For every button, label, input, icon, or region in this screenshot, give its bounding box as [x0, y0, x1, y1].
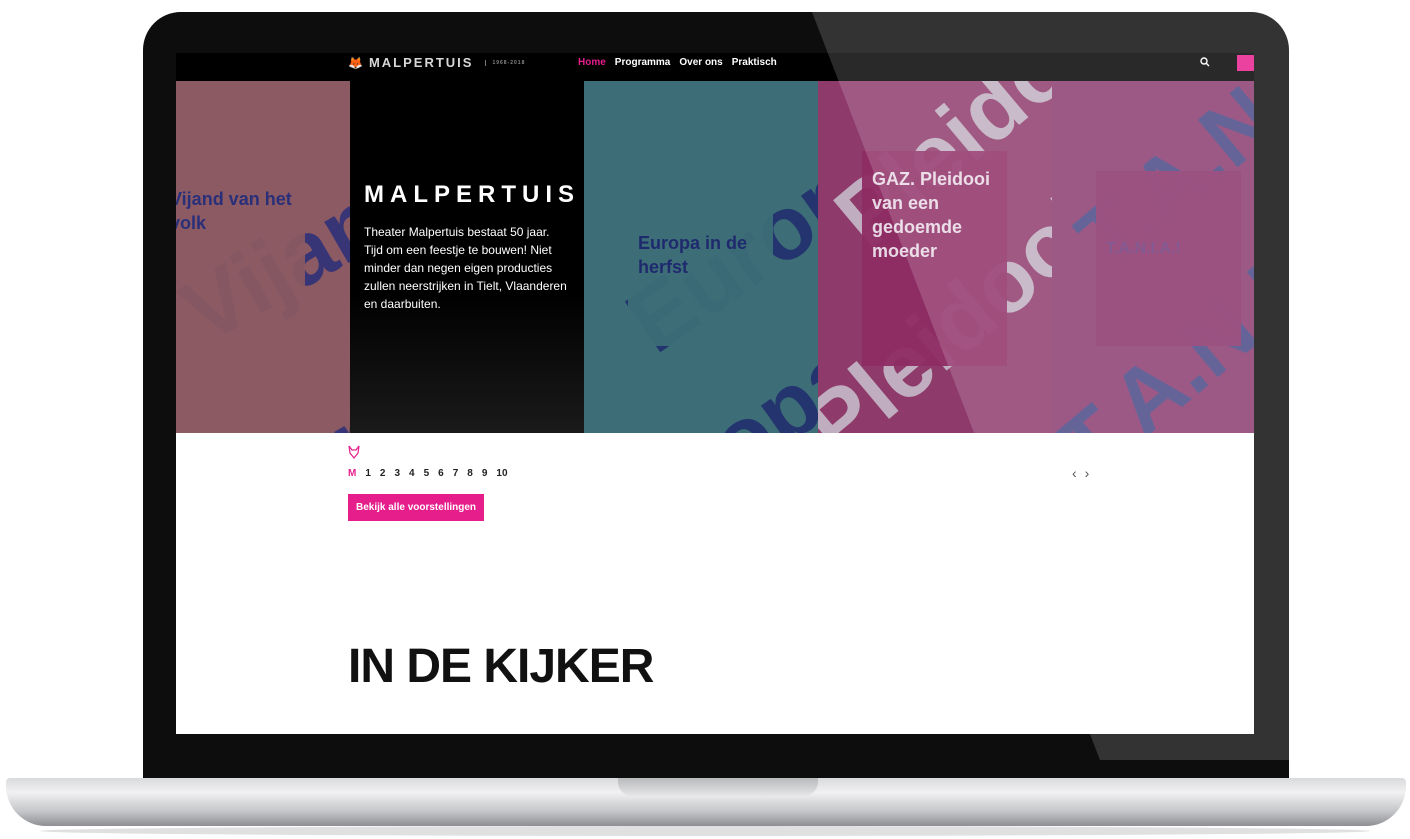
laptop-base — [6, 778, 1406, 826]
slider-pagination: M 1 2 3 4 5 6 7 8 9 10 — [348, 468, 508, 479]
pager-item[interactable]: 2 — [380, 468, 386, 479]
nav-item-home[interactable]: Home — [578, 57, 606, 68]
logo-text: MALPERTUIS — [368, 55, 474, 70]
hero-intro: MALPERTUIS Theater Malpertuis bestaat 50… — [350, 81, 584, 433]
pager-item[interactable]: 5 — [424, 468, 430, 479]
production-tile-title: GAZ. Pleidooi van een gedoemde moeder — [862, 151, 1007, 366]
chevron-left-icon[interactable]: ‹ — [1072, 465, 1077, 481]
chevron-right-icon[interactable]: › — [1085, 465, 1090, 481]
hero-panel-vijand[interactable]: Vijand van het volk Vijand van het volk … — [176, 81, 350, 433]
nav-item-over-ons[interactable]: Over ons — [679, 57, 722, 68]
hero-panel-gaz[interactable]: Pleidooi Pleidooi GAZ. Pleidooi van een … — [818, 81, 1052, 433]
production-tile-title: Europa in de herfst — [628, 171, 773, 346]
slider-arrows: ‹ › — [1072, 465, 1089, 481]
menu-toggle-button[interactable] — [1237, 55, 1254, 71]
top-navigation: 🦊 MALPERTUIS 1968-2018 Home Programma Ov… — [176, 53, 1254, 81]
search-icon[interactable] — [1200, 57, 1210, 70]
logo-subtitle: 1968-2018 — [485, 59, 552, 66]
pager-item[interactable]: 8 — [467, 468, 473, 479]
hero-panel-europa[interactable]: Europa in de herfst Europa in de herfst … — [584, 81, 818, 433]
pager-item-current[interactable]: M — [348, 468, 356, 479]
view-all-shows-button[interactable]: Bekijk alle voorstellingen — [348, 494, 485, 521]
main-menu: Home Programma Over ons Praktisch — [578, 57, 777, 68]
nav-item-praktisch[interactable]: Praktisch — [732, 57, 777, 68]
pager-item[interactable]: 9 — [482, 468, 488, 479]
production-tile-title: Vijand van het volk — [176, 171, 305, 346]
production-tile-title: T.A.N.I.A.! — [1096, 171, 1241, 346]
pager-item[interactable]: 3 — [394, 468, 400, 479]
laptop-shadow — [40, 826, 1370, 836]
laptop-base-notch — [618, 778, 818, 796]
pager-item[interactable]: 4 — [409, 468, 415, 479]
pager-item[interactable]: 6 — [438, 468, 444, 479]
hero-intro-text: Theater Malpertuis bestaat 50 jaar. Tijd… — [364, 225, 567, 311]
pager-item[interactable]: 7 — [453, 468, 459, 479]
hero-panel-tania[interactable]: T.A.N.I.A.! T.A.N.I.A.! T.A.N.I.A.! — [1052, 81, 1254, 433]
hero-intro-title: MALPERTUIS — [364, 181, 580, 208]
fox-logo-icon: 🦊 — [348, 55, 365, 70]
browser-screen: 🦊 MALPERTUIS 1968-2018 Home Programma Ov… — [176, 53, 1254, 734]
fox-icon — [348, 445, 360, 462]
pager-item[interactable]: 1 — [365, 468, 371, 479]
nav-item-programma[interactable]: Programma — [615, 57, 671, 68]
section-title: IN DE KIJKER — [348, 640, 654, 693]
pager-item[interactable]: 10 — [496, 468, 507, 479]
logo[interactable]: 🦊 MALPERTUIS 1968-2018 — [348, 55, 552, 70]
